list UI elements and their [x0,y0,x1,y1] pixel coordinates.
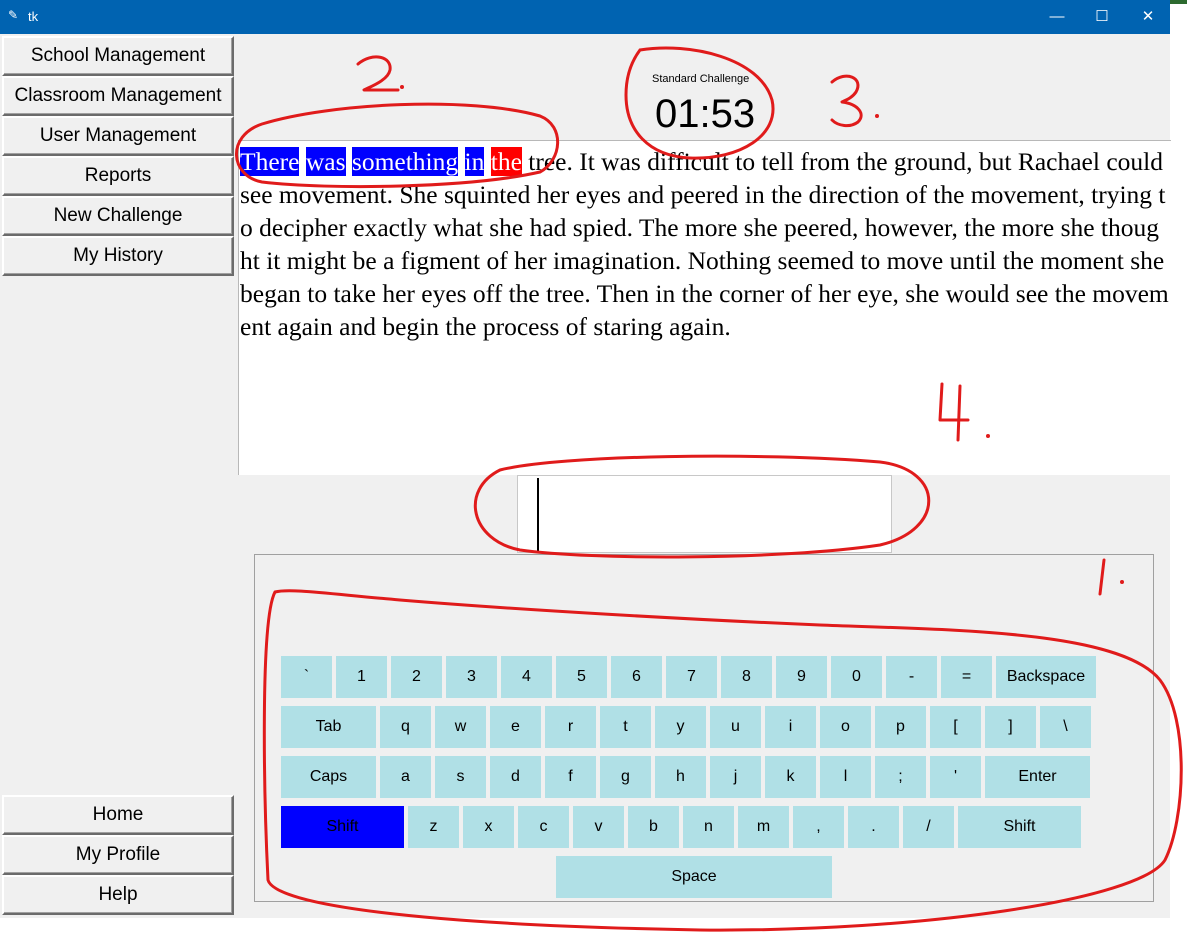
key-1[interactable]: 1 [336,656,387,698]
text-caret [537,478,539,551]
nav-my-history-button[interactable]: My History [2,236,234,276]
maximize-button[interactable]: ☐ [1087,5,1117,29]
typing-input[interactable] [517,475,892,553]
completed-word: something [351,147,459,176]
key-k[interactable]: k [765,756,816,798]
key-o[interactable]: o [820,706,871,748]
key-z[interactable]: z [408,806,459,848]
key-6[interactable]: 6 [611,656,662,698]
key-n[interactable]: n [683,806,734,848]
completed-word: was [305,147,346,176]
feather-icon: ✎ [8,8,19,22]
minimize-button[interactable]: — [1042,5,1072,29]
countdown-timer: 01:53 [655,92,756,136]
key-c61[interactable]: = [941,656,992,698]
key-caps[interactable]: Caps [281,756,376,798]
key-9[interactable]: 9 [776,656,827,698]
key-m[interactable]: m [738,806,789,848]
key-w[interactable]: w [435,706,486,748]
key-7[interactable]: 7 [666,656,717,698]
key-2[interactable]: 2 [391,656,442,698]
key-c59[interactable]: ; [875,756,926,798]
sidebar: School Management Classroom Management U… [0,34,237,918]
nav-reports-button[interactable]: Reports [2,156,234,196]
key-c[interactable]: c [518,806,569,848]
key-c45[interactable]: - [886,656,937,698]
key-b[interactable]: b [628,806,679,848]
key-q[interactable]: q [380,706,431,748]
key-p[interactable]: p [875,706,926,748]
error-word: the [490,147,522,176]
key-g[interactable]: g [600,756,651,798]
title-bar[interactable]: ✎ tk — ☐ ✕ [0,0,1170,34]
nav-help-button[interactable]: Help [2,875,234,915]
key-c46[interactable]: . [848,806,899,848]
key-c44[interactable]: , [793,806,844,848]
key-h[interactable]: h [655,756,706,798]
passage-text: There was something in the tree. It was … [240,145,1170,343]
key-c96[interactable]: ` [281,656,332,698]
challenge-type-label: Standard Challenge [652,73,750,85]
key-5[interactable]: 5 [556,656,607,698]
nav-user-management-button[interactable]: User Management [2,116,234,156]
key-c91[interactable]: [ [930,706,981,748]
key-j[interactable]: j [710,756,761,798]
key-x[interactable]: x [463,806,514,848]
key-e[interactable]: e [490,706,541,748]
key-s[interactable]: s [435,756,486,798]
key-a[interactable]: a [380,756,431,798]
window-title: tk [28,9,39,24]
key-c39[interactable]: ' [930,756,981,798]
key-4[interactable]: 4 [501,656,552,698]
key-8[interactable]: 8 [721,656,772,698]
key-backspace[interactable]: Backspace [996,656,1096,698]
key-shift[interactable]: Shift [958,806,1081,848]
completed-word: There [240,147,300,176]
completed-word: in [464,147,485,176]
key-enter[interactable]: Enter [985,756,1090,798]
key-r[interactable]: r [545,706,596,748]
key-shift[interactable]: Shift [281,806,404,848]
key-i[interactable]: i [765,706,816,748]
key-d[interactable]: d [490,756,541,798]
nav-my-profile-button[interactable]: My Profile [2,835,234,875]
remaining-text: tree. It was difficult to tell from the … [240,147,1169,341]
key-tab[interactable]: Tab [281,706,376,748]
key-v[interactable]: v [573,806,624,848]
nav-home-button[interactable]: Home [2,795,234,835]
key-f[interactable]: f [545,756,596,798]
key-t[interactable]: t [600,706,651,748]
key-0[interactable]: 0 [831,656,882,698]
close-button[interactable]: ✕ [1133,5,1163,29]
nav-school-management-button[interactable]: School Management [2,36,234,76]
key-u[interactable]: u [710,706,761,748]
key-c92[interactable]: \ [1040,706,1091,748]
key-c93[interactable]: ] [985,706,1036,748]
key-3[interactable]: 3 [446,656,497,698]
key-l[interactable]: l [820,756,871,798]
nav-classroom-management-button[interactable]: Classroom Management [2,76,234,116]
key-space[interactable]: Space [556,856,832,898]
key-y[interactable]: y [655,706,706,748]
nav-new-challenge-button[interactable]: New Challenge [2,196,234,236]
key-c47[interactable]: / [903,806,954,848]
